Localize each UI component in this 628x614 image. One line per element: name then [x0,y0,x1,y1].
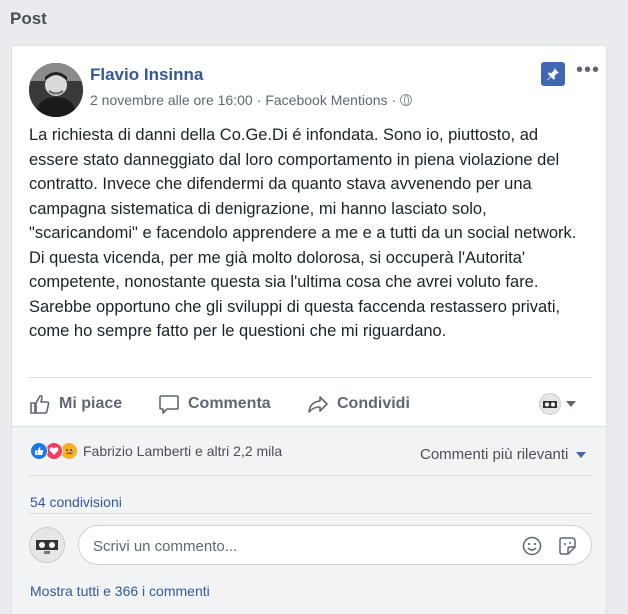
post-source[interactable]: Facebook Mentions [265,92,387,108]
emoji-icon[interactable] [521,535,543,557]
share-label: Condividi [337,395,410,412]
sticker-icon[interactable] [556,535,578,557]
author-name[interactable]: Flavio Insinna [90,65,203,85]
comment-input[interactable] [93,535,493,557]
comment-input-box[interactable] [78,525,592,565]
meta-separator: · [391,92,397,108]
post-paragraph: La richiesta di danni della Co.Ge.Di é i… [29,126,577,291]
comment-sort-label: Commenti più rilevanti [420,446,569,463]
post-paragraph: Sarebbe opportuno che gli sviluppi di qu… [29,297,561,341]
reactions-summary[interactable]: Fabrizio Lamberti e altri 2,2 mila [30,442,282,460]
like-reaction-icon [30,442,48,460]
section-title: Post [10,9,47,28]
like-label: Mi piace [59,395,123,412]
more-icon[interactable]: ••• [576,58,600,82]
caret-down-icon [566,401,576,407]
commenter-avatar [29,527,65,563]
comment-button[interactable]: Commenta [158,389,271,419]
show-all-comments-link[interactable]: Mostra tutti e 366 i commenti [30,583,210,599]
post-meta: 2 novembre alle ore 16:00 · Facebook Men… [90,92,413,108]
react-as-selector[interactable] [539,393,576,415]
divider [28,475,592,476]
like-button[interactable]: Mi piace [29,389,122,419]
pin-icon[interactable] [541,62,565,86]
page-avatar [539,393,561,415]
divider [28,513,592,514]
author-avatar[interactable] [29,63,83,117]
share-icon [308,396,328,413]
comment-sort-dropdown[interactable]: Commenti più rilevanti [420,446,587,463]
comment-label: Commenta [188,395,271,412]
reactions-label: Fabrizio Lamberti e altri 2,2 mila [83,443,283,459]
shares-count[interactable]: 54 condivisioni [30,494,122,510]
feedback-section: Fabrizio Lamberti e altri 2,2 mila Comme… [12,426,606,614]
divider [28,377,592,378]
comment-icon [159,395,179,414]
post-card: Flavio Insinna 2 novembre alle ore 16:00… [11,45,607,614]
post-date[interactable]: 2 novembre alle ore 16:00 [90,92,253,108]
like-icon [30,394,50,414]
meta-separator: · [256,92,262,108]
globe-icon[interactable] [400,94,413,106]
post-body: La richiesta di danni della Co.Ge.Di é i… [29,123,589,344]
share-button[interactable]: Condividi [307,389,410,419]
caret-down-icon [576,451,587,458]
